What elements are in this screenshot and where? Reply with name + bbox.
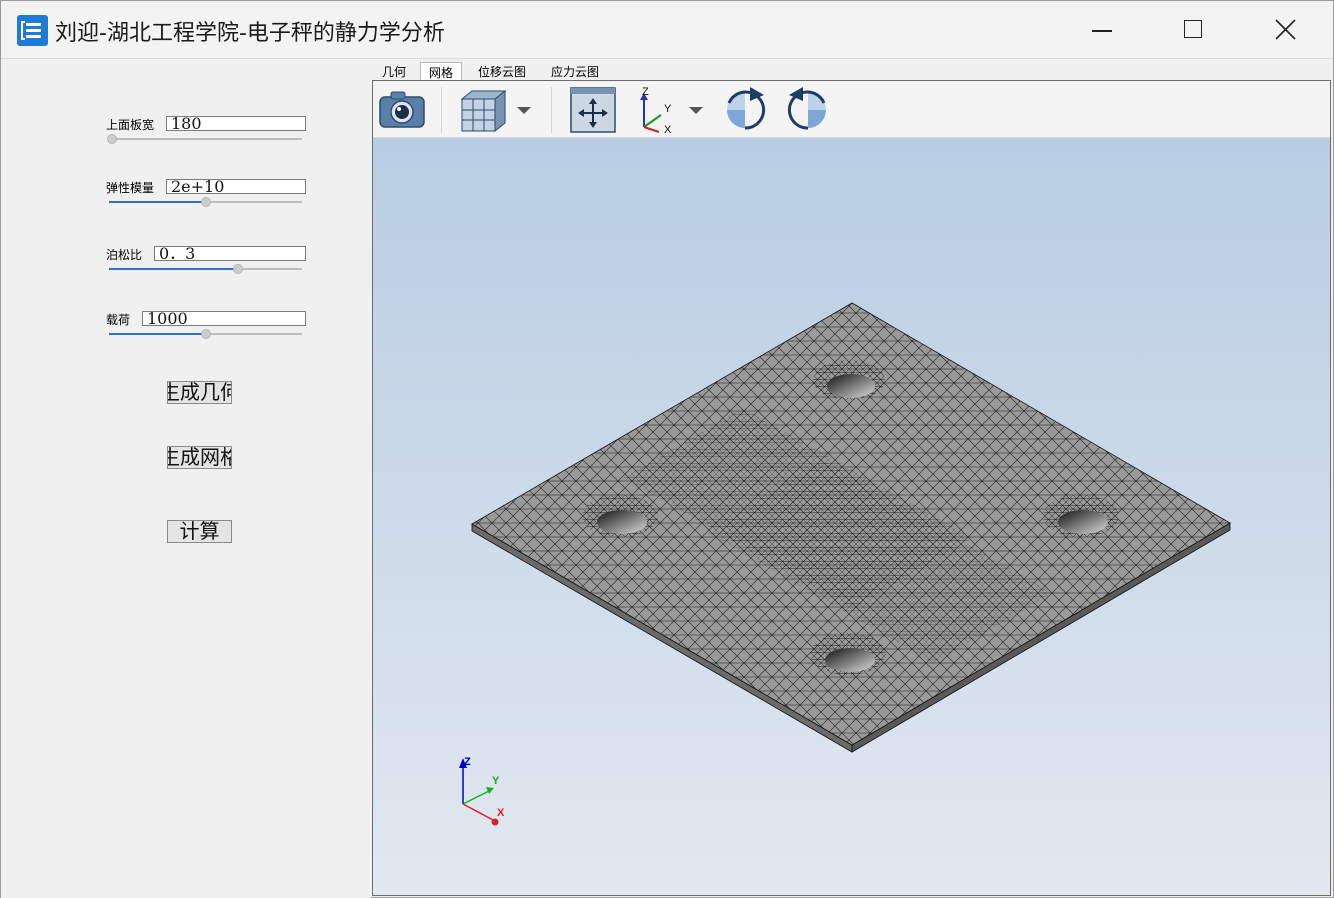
param-label-panel-width: 上面板宽 xyxy=(106,118,155,132)
axis-label-y: Y xyxy=(492,775,500,787)
axis-label-z: Z xyxy=(464,756,471,768)
app-window: 刘迎-湖北工程学院-电子秤的静力学分析 上面板宽 180 弹性模量 2e+10 xyxy=(0,0,1334,898)
title-bar: 刘迎-湖北工程学院-电子秤的静力学分析 xyxy=(1,1,1333,59)
poisson-ratio-input[interactable]: 0．3 xyxy=(154,246,306,261)
viewer-toolbar: Z Y X xyxy=(373,81,1330,138)
camera-icon xyxy=(379,91,425,128)
slider-fill xyxy=(109,201,206,203)
rotate-counterclockwise-button[interactable] xyxy=(783,85,833,135)
fit-all-icon xyxy=(570,87,616,133)
axis-label-x: X xyxy=(497,807,505,819)
tab-displacement[interactable]: 位移云图 xyxy=(470,64,534,81)
elastic-modulus-input[interactable]: 2e+10 xyxy=(166,179,306,194)
slider-fill xyxy=(109,333,206,335)
load-slider[interactable] xyxy=(109,329,302,339)
3d-viewport[interactable]: Z Y X xyxy=(373,138,1330,895)
generate-mesh-button[interactable]: 生成网格 xyxy=(167,446,232,469)
maximize-button[interactable] xyxy=(1147,1,1239,59)
axes-orientation-icon: Z Y X xyxy=(640,86,703,136)
tab-mesh[interactable]: 网格 xyxy=(420,62,463,82)
chevron-down-icon xyxy=(517,107,531,114)
generate-geometry-button[interactable]: 生成几何 xyxy=(167,381,232,404)
mesh-hole xyxy=(582,495,658,537)
parameter-panel: 上面板宽 180 弹性模量 2e+10 泊松比 0．3 载荷 1000 生成几何… xyxy=(1,60,371,898)
maximize-icon xyxy=(1184,20,1202,38)
window-title: 刘迎-湖北工程学院-电子秤的静力学分析 xyxy=(55,21,445,46)
param-label-load: 载荷 xyxy=(106,313,131,327)
panel-width-slider[interactable] xyxy=(107,134,302,144)
svg-text:Z: Z xyxy=(642,86,649,98)
load-input[interactable]: 1000 xyxy=(142,311,306,326)
minimize-icon xyxy=(1092,30,1112,32)
viewer-frame: Z Y X Z Y X xyxy=(372,80,1331,896)
mesh-hole xyxy=(810,633,886,675)
slider-thumb[interactable] xyxy=(233,264,244,274)
screenshot-button[interactable] xyxy=(377,85,427,135)
rotate-clockwise-button[interactable] xyxy=(720,85,770,135)
slider-thumb[interactable] xyxy=(200,197,211,207)
tab-geometry[interactable]: 几何 xyxy=(374,64,414,81)
view-tabs: 几何 网格 位移云图 应力云图 xyxy=(372,62,1334,82)
minimize-button[interactable] xyxy=(1057,1,1149,59)
axes-orientation-button[interactable]: Z Y X xyxy=(635,85,707,136)
svg-text:X: X xyxy=(664,124,672,135)
svg-text:Y: Y xyxy=(664,103,672,115)
param-label-poisson-ratio: 泊松比 xyxy=(106,248,143,262)
compute-button[interactable]: 计算 xyxy=(167,520,232,543)
app-logo-icon xyxy=(17,15,48,46)
poisson-ratio-slider[interactable] xyxy=(109,264,302,274)
param-label-elastic-modulus: 弹性模量 xyxy=(106,181,155,195)
axis-triad: Z Y X xyxy=(459,756,505,826)
fit-all-button[interactable] xyxy=(568,85,618,135)
close-button[interactable] xyxy=(1239,1,1331,59)
display-mode-button[interactable] xyxy=(457,85,537,135)
slider-fill xyxy=(109,268,239,270)
rotate-clockwise-icon xyxy=(727,87,766,130)
slider-thumb[interactable] xyxy=(200,329,211,339)
chevron-down-icon xyxy=(689,107,703,114)
mesh-model: Z Y X xyxy=(459,302,1231,826)
panel-width-input[interactable]: 180 xyxy=(166,116,306,131)
mesh-hole xyxy=(1043,495,1119,537)
mesh-hole xyxy=(813,360,885,400)
display-mode-icon xyxy=(460,89,531,133)
close-icon xyxy=(1275,19,1296,40)
elastic-modulus-slider[interactable] xyxy=(109,197,302,207)
rotate-counterclockwise-icon xyxy=(787,87,826,130)
slider-thumb[interactable] xyxy=(107,134,117,144)
tab-stress[interactable]: 应力云图 xyxy=(543,64,607,81)
